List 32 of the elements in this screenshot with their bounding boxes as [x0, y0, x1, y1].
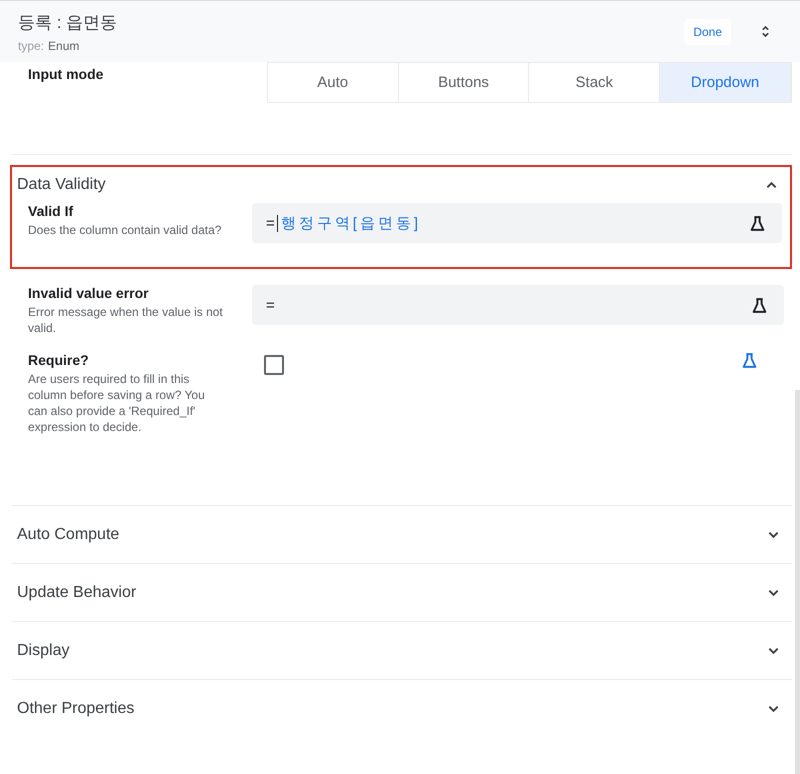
- formula-field[interactable]: = 행정구역[읍면동]: [252, 203, 782, 243]
- checkbox[interactable]: [264, 355, 284, 375]
- type-label: type:: [18, 38, 44, 52]
- section-title[interactable]: Other Properties: [17, 700, 134, 718]
- expand-icon[interactable]: [768, 646, 779, 654]
- field-label: Invalid value error: [28, 285, 150, 301]
- expand-collapse-icon[interactable]: [761, 24, 770, 39]
- field-label: Valid If: [28, 203, 74, 219]
- equals-sign: =: [266, 214, 275, 232]
- field-label: Require?: [28, 352, 90, 368]
- expression-text: 행정구역[읍면동]: [276, 214, 422, 232]
- section-title[interactable]: Update Behavior: [17, 584, 136, 602]
- section-title[interactable]: Data Validity: [17, 176, 106, 194]
- flask-icon[interactable]: [749, 214, 766, 232]
- equals-sign: =: [266, 296, 275, 314]
- field-description: Error message when the value is not valid.: [28, 304, 224, 336]
- formula-field[interactable]: =: [252, 285, 784, 325]
- field-label: Input mode: [28, 66, 104, 84]
- flask-icon[interactable]: [751, 296, 768, 314]
- field-description: Does the column contain valid data?: [28, 222, 222, 238]
- scrollbar[interactable]: [795, 390, 800, 774]
- field-description: Are users required to fill in this column before saving a row? You can also provide a 'Required_If' expression to decide.: [28, 371, 206, 435]
- section-title[interactable]: Auto Compute: [17, 526, 120, 544]
- expand-icon[interactable]: [768, 588, 779, 596]
- section-title[interactable]: Display: [17, 642, 70, 660]
- done-button[interactable]: Done: [684, 18, 731, 44]
- expand-icon[interactable]: [768, 530, 779, 538]
- column-title: 등록 : 읍면동: [18, 12, 118, 34]
- expand-icon[interactable]: [768, 704, 779, 712]
- collapse-icon[interactable]: [766, 181, 777, 189]
- type-value: Enum: [48, 38, 80, 52]
- mode-option[interactable]: Dropdown: [660, 63, 791, 102]
